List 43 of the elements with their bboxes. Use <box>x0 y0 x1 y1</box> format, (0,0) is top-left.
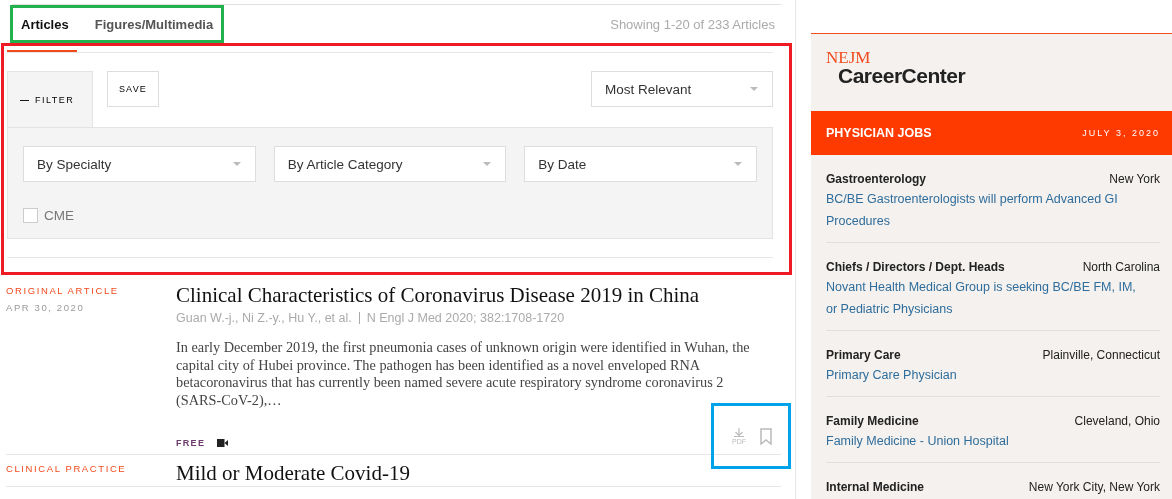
job-specialty: Chiefs / Directors / Dept. Heads <box>826 260 1005 274</box>
bookmark-icon[interactable] <box>760 427 772 445</box>
job-location: Plainville, Connecticut <box>1042 348 1160 362</box>
filter-dropdown[interactable]: By Specialty <box>23 146 256 182</box>
save-button[interactable]: SAVE <box>107 71 159 107</box>
job-link[interactable]: BC/BE Gastroenterologists will perform Advanced GI Procedures <box>826 188 1160 232</box>
job-location: New York City, New York <box>1028 480 1160 494</box>
caret-icon <box>734 162 742 166</box>
job-link[interactable]: Primary Care Physician <box>826 364 1160 386</box>
job-location: North Carolina <box>1082 260 1160 274</box>
caret-icon <box>750 87 758 91</box>
job-specialty: Internal Medicine <box>826 480 925 494</box>
article-title[interactable]: Mild or Moderate Covid-19 <box>176 461 781 486</box>
checkbox-label: CME <box>44 208 74 223</box>
job-location: Cleveland, Ohio <box>1074 414 1160 428</box>
result-count: Showing 1-20 of 233 Articles <box>610 16 775 32</box>
job-specialty: Family Medicine <box>826 414 919 428</box>
filter-toggle[interactable]: — FILTER <box>7 71 93 127</box>
job-specialty: Primary Care <box>826 348 901 362</box>
logo-text: CareerCenter <box>837 65 967 87</box>
filter-dropdown[interactable]: By Article Category <box>273 146 507 182</box>
sort-dropdown[interactable]: Most Relevant <box>591 71 773 107</box>
cme-checkbox[interactable] <box>23 208 38 223</box>
article-authors: Guan W.-j., Ni Z.-y., Hu Y., et al. <box>176 311 352 325</box>
article-category: ORIGINAL ARTICLE <box>6 285 120 296</box>
article-date: APR 30, 2020 <box>6 302 86 313</box>
logo-text: NEJM <box>826 50 872 65</box>
caret-icon <box>483 162 492 166</box>
jobs-date: JULY 3, 2020 <box>1082 128 1160 138</box>
article-abstract: In early December 2019, the first pneumonia cases of unknown origin were identified in Wuhan, the capital city of Hubei province. The pathogen has been identified as a novel enveloped RNA betacoronavirus that has currently been named severe acute respiratory syndrome coronavirus 2 (SARS-CoV-2),… <box>176 339 751 409</box>
tab[interactable]: Articles <box>21 16 69 32</box>
filter-dropdown[interactable]: By Date <box>524 146 757 182</box>
job-link[interactable]: Novant Health Medical Group is seeking BC/BE FM, IM, or Pediatric Physicians <box>826 276 1160 320</box>
job-link[interactable]: Family Medicine - Union Hospital <box>826 430 1160 452</box>
job-location: New York <box>1109 172 1160 186</box>
jobs-heading: PHYSICIAN JOBS <box>826 126 932 140</box>
caret-icon <box>232 162 241 166</box>
access-label: FREE <box>176 438 206 448</box>
article-category: CLINICAL PRACTICE <box>6 463 128 474</box>
article-citation: N Engl J Med 2020; 382:1708-1720 <box>366 311 565 325</box>
job-specialty: Gastroenterology <box>826 172 927 186</box>
tab[interactable]: Figures/Multimedia <box>94 16 214 32</box>
article-title[interactable]: Clinical Characteristics of Coronavirus Disease 2019 in China <box>176 283 781 308</box>
